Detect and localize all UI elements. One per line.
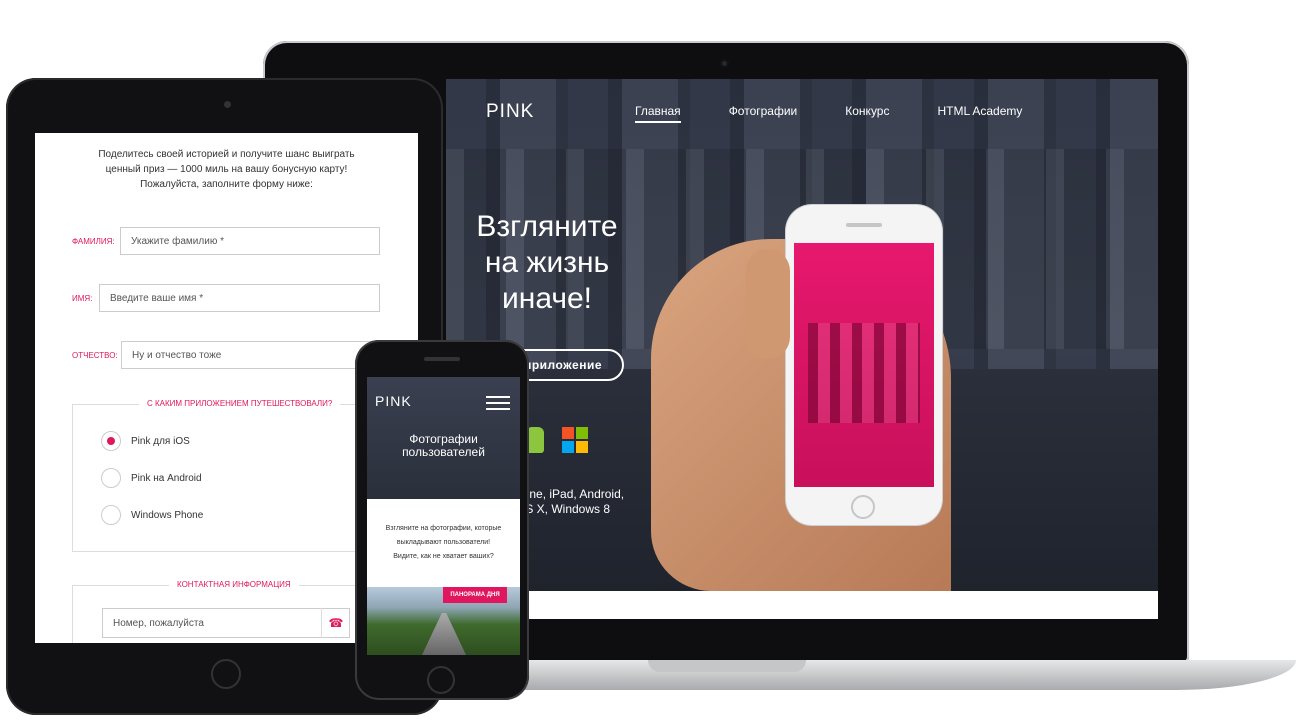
intro-line: ценный приз — 1000 миль на вашу бонусную… [105,164,348,175]
nav-item-html-academy[interactable]: HTML Academy [937,104,1022,123]
form-intro: Поделитесь своей историей и получите шан… [35,147,418,192]
phone-hero: PINK Фотографии пользователей [367,377,520,499]
phone-text-line: выкладывают пользователи! [396,539,491,546]
phone-speaker [424,357,460,361]
hero-title: Взгляните на жизнь иначе! [452,209,642,317]
hamburger-icon[interactable] [486,396,510,414]
name-label: имя: [72,294,93,303]
nav-item-home[interactable]: Главная [635,104,681,123]
intro-line: Поделитесь своей историей и получите шан… [98,149,355,160]
surname-input[interactable]: Укажите фамилию * [120,227,380,255]
radio-windows-phone[interactable] [101,505,121,525]
site-logo[interactable]: PINK [486,101,534,123]
patronymic-input[interactable]: Ну и отчество тоже [121,341,380,369]
panorama-badge: ПАНОРАМА ДНЯ [443,587,507,603]
phone-screen: PINK Фотографии пользователей Взгляните … [367,377,520,655]
laptop-camera [720,59,729,68]
phone-intro-text: Взгляните на фотографии, которые выклады… [367,522,520,564]
hero-title-line: на жизнь [484,246,610,279]
platform-list: hone, iPad, Android, OS X, Windows 8 [516,487,646,517]
phone-page-title: Фотографии пользователей [367,433,520,459]
hero-title-line: Взгляните [476,210,618,243]
contact-legend: контактная информация [169,580,299,589]
nav-item-photos[interactable]: Фотографии [729,104,798,123]
nav-item-contest[interactable]: Конкурс [845,104,889,123]
site-nav: Главная Фотографии Конкурс HTML Academy [635,104,1022,123]
radio-ios[interactable] [101,431,121,451]
phone-home-button [851,495,875,519]
windows-icon [562,427,588,453]
surname-label: фамилия: [72,237,115,246]
phone-site-logo[interactable]: PINK [375,393,412,409]
phone-text-line: Взгляните на фотографии, которые [385,525,502,532]
radio-label-ios: Pink для iOS [131,436,190,447]
hero-phone-image [786,205,942,525]
tablet-camera [224,101,231,108]
hero-title-line: иначе! [502,282,592,315]
phone-title-line: пользователей [402,445,485,459]
platform-line: hone, iPad, Android, [516,487,625,501]
phone-screen-photo [794,243,934,487]
platform-icons [526,427,588,453]
phone-speaker [846,223,882,227]
radio-label-android: Pink на Android [131,473,202,484]
phone-text-line: Видите, как не хватает ваших? [393,553,494,560]
phone-icon[interactable]: ☎ [321,608,350,638]
name-input[interactable]: Введите ваше имя * [99,284,380,312]
laptop-screen: PINK Главная Фотографии Конкурс HTML Aca… [446,79,1158,619]
radio-android[interactable] [101,468,121,488]
hero-section: PINK Главная Фотографии Конкурс HTML Aca… [446,79,1158,591]
app-legend: с каким приложением путешествовали? [139,399,341,408]
patronymic-label: отчество: [72,351,118,360]
radio-label-windows-phone: Windows Phone [131,510,204,521]
thumb-image [746,249,790,359]
phone-number-input[interactable]: Номер, пожалуйста [102,608,350,638]
platform-line: OS X, Windows 8 [516,502,611,516]
tablet-home-button [211,659,241,689]
intro-line: Пожалуйста, заполните форму ниже: [140,179,313,190]
phone-home-button [427,666,455,694]
laptop-notch [648,660,806,672]
